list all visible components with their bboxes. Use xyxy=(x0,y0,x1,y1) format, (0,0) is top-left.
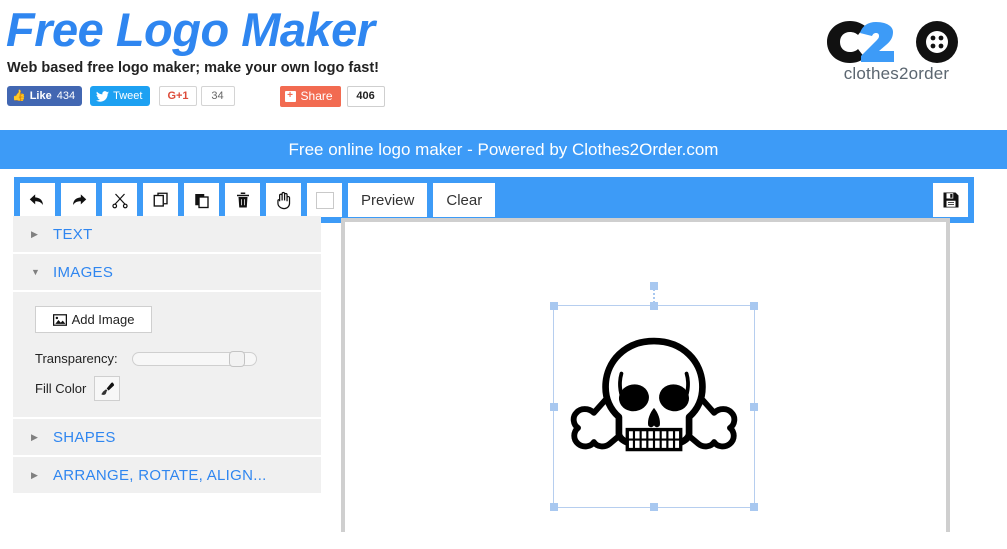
thumbs-up-icon: 👍 xyxy=(12,89,26,102)
twitter-tweet-button[interactable]: Tweet xyxy=(90,86,151,106)
share-count[interactable]: 406 xyxy=(346,85,385,107)
chevron-right-icon: ▶ xyxy=(31,228,38,239)
image-icon xyxy=(52,313,67,326)
fill-color-button[interactable] xyxy=(94,376,121,401)
facebook-like-label: Like xyxy=(29,90,52,102)
paintbrush-icon xyxy=(101,381,115,395)
promo-banner-text: Free online logo maker - Powered by Clot… xyxy=(288,139,719,159)
plus-icon: + xyxy=(284,90,296,102)
promo-banner: Free online logo maker - Powered by Clot… xyxy=(0,130,1007,169)
editor-sidebar: ▶ TEXT ▼ IMAGES Add Image Transparency: xyxy=(13,216,321,495)
undo-arrow-icon xyxy=(29,193,43,205)
copy-icon xyxy=(153,192,168,207)
floppy-disk-icon xyxy=(943,192,958,208)
paste-icon xyxy=(194,194,209,209)
trash-icon xyxy=(236,192,249,208)
twitter-tweet-label: Tweet xyxy=(113,90,143,102)
copy-button[interactable] xyxy=(143,183,178,217)
social-share-row: 👍 Like 434 Tweet G+1 34 + Share 406 xyxy=(7,85,385,107)
sidebar-panel-text[interactable]: ▶ TEXT xyxy=(13,216,321,252)
clothes2order-logo[interactable]: clothes2order xyxy=(824,18,969,96)
color-swatch-button[interactable] xyxy=(307,183,342,217)
editor-main: ▶ TEXT ▼ IMAGES Add Image Transparency: xyxy=(0,216,1007,532)
facebook-like-count: 434 xyxy=(56,90,76,102)
google-plus-button[interactable]: G+1 xyxy=(159,86,197,106)
preview-button[interactable]: Preview xyxy=(348,183,428,217)
chevron-right-icon: ▶ xyxy=(31,431,38,442)
share-button[interactable]: + Share xyxy=(279,85,341,107)
sidebar-panel-images[interactable]: ▼ IMAGES xyxy=(13,254,321,290)
page-tagline: Web based free logo maker; make your own… xyxy=(7,60,379,76)
logo-canvas[interactable] xyxy=(341,218,950,532)
pan-button[interactable] xyxy=(266,183,301,217)
images-panel-body: Add Image Transparency: Fill Color xyxy=(13,292,321,417)
page-title: Free Logo Maker xyxy=(6,3,375,56)
transparency-label: Transparency: xyxy=(35,351,118,366)
resize-handle-top-center[interactable] xyxy=(650,302,658,310)
resize-handle-middle-left[interactable] xyxy=(550,402,558,411)
sidebar-panel-shapes-label: SHAPES xyxy=(53,428,116,446)
resize-handle-bottom-right[interactable] xyxy=(750,503,758,511)
redo-arrow-icon xyxy=(73,193,87,205)
resize-handle-top-right[interactable] xyxy=(750,302,758,310)
transparency-slider-handle[interactable] xyxy=(228,350,245,367)
sidebar-panel-arrange[interactable]: ▶ ARRANGE, ROTATE, ALIGN... xyxy=(13,457,321,493)
undo-button[interactable] xyxy=(20,183,55,217)
toolbar-container: Preview Clear xyxy=(0,169,1007,223)
redo-button[interactable] xyxy=(61,183,96,217)
chevron-down-icon: ▼ xyxy=(31,266,40,277)
facebook-like-button[interactable]: 👍 Like 434 xyxy=(7,86,83,106)
hand-icon xyxy=(277,191,291,209)
skull-and-crossbones-image[interactable] xyxy=(570,326,738,488)
add-image-button[interactable]: Add Image xyxy=(35,306,152,333)
clear-button[interactable]: Clear xyxy=(433,183,496,217)
sidebar-panel-images-label: IMAGES xyxy=(53,263,114,281)
rotate-handle[interactable] xyxy=(650,282,658,290)
twitter-bird-icon xyxy=(96,90,110,102)
paste-button[interactable] xyxy=(184,183,219,217)
chevron-right-icon: ▶ xyxy=(31,469,38,480)
c2o-wordmark: clothes2order xyxy=(843,64,950,83)
share-label: Share xyxy=(300,89,333,103)
google-plus-label: G+1 xyxy=(167,90,189,102)
transparency-slider[interactable] xyxy=(131,350,257,367)
delete-button[interactable] xyxy=(225,183,260,217)
canvas-inner xyxy=(345,222,946,532)
sidebar-panel-arrange-label: ARRANGE, ROTATE, ALIGN... xyxy=(53,466,267,484)
resize-handle-bottom-center[interactable] xyxy=(650,503,658,511)
fill-color-row: Fill Color xyxy=(35,376,321,401)
c2o-logo-mark xyxy=(827,21,958,63)
sidebar-panel-shapes[interactable]: ▶ SHAPES xyxy=(13,419,321,455)
save-button[interactable] xyxy=(933,183,968,217)
fill-color-label: Fill Color xyxy=(35,381,87,396)
page-header: Free Logo Maker Web based free logo make… xyxy=(0,0,1007,130)
scissors-icon xyxy=(111,193,128,209)
resize-handle-top-left[interactable] xyxy=(550,302,558,310)
resize-handle-bottom-left[interactable] xyxy=(550,503,558,511)
selection-bounding-box[interactable] xyxy=(550,282,758,511)
resize-handle-middle-right[interactable] xyxy=(750,402,758,411)
cut-button[interactable] xyxy=(102,183,137,217)
transparency-row: Transparency: xyxy=(35,350,321,367)
add-image-label: Add Image xyxy=(71,312,135,327)
square-swatch-icon xyxy=(315,191,334,209)
sidebar-panel-text-label: TEXT xyxy=(53,225,93,243)
google-plus-count[interactable]: 34 xyxy=(200,86,235,106)
